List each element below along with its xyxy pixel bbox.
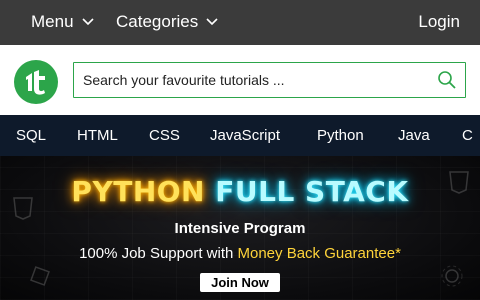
chevron-down-icon [206, 11, 218, 31]
banner-tagline: 100% Job Support with Money Back Guarant… [0, 245, 480, 262]
categories-label: Categories [116, 12, 199, 31]
banner-title-fullstack: FULL STACK [215, 175, 409, 208]
search-input[interactable] [83, 69, 423, 91]
tagline-prefix: 100% Job Support with [79, 245, 234, 262]
chevron-down-icon [81, 11, 94, 31]
categories-dropdown[interactable]: Categories [116, 12, 218, 32]
menu-dropdown[interactable]: Menu [31, 12, 94, 32]
promo-banner[interactable]: PYTHON FULL STACK Intensive Program 100%… [0, 156, 480, 300]
nav-item-c[interactable]: C [462, 127, 473, 144]
search-box [73, 62, 466, 98]
nav-item-html[interactable]: HTML [77, 127, 118, 144]
nav-item-javascript[interactable]: JavaScript [210, 127, 280, 144]
nav-item-css[interactable]: CSS [149, 127, 180, 144]
nav-item-java[interactable]: Java [398, 127, 430, 144]
logo-icon[interactable] [14, 60, 58, 104]
menu-label: Menu [31, 12, 74, 31]
cube-icon [30, 266, 50, 286]
top-bar: Menu Categories Login [0, 0, 480, 45]
language-nav: SQL HTML CSS JavaScript Python Java C [0, 115, 480, 156]
tagline-highlight: Money Back Guarantee* [237, 245, 401, 262]
nav-item-python[interactable]: Python [317, 127, 364, 144]
join-now-button[interactable]: Join Now [200, 273, 280, 292]
search-icon[interactable] [437, 70, 457, 95]
gear-icon [441, 265, 463, 287]
banner-subtitle: Intensive Program [174, 220, 306, 237]
search-row [0, 45, 480, 115]
login-link[interactable]: Login [418, 12, 460, 32]
banner-title: PYTHON FULL STACK [0, 175, 480, 208]
nav-item-sql[interactable]: SQL [16, 127, 46, 144]
banner-title-python: PYTHON [71, 175, 205, 208]
